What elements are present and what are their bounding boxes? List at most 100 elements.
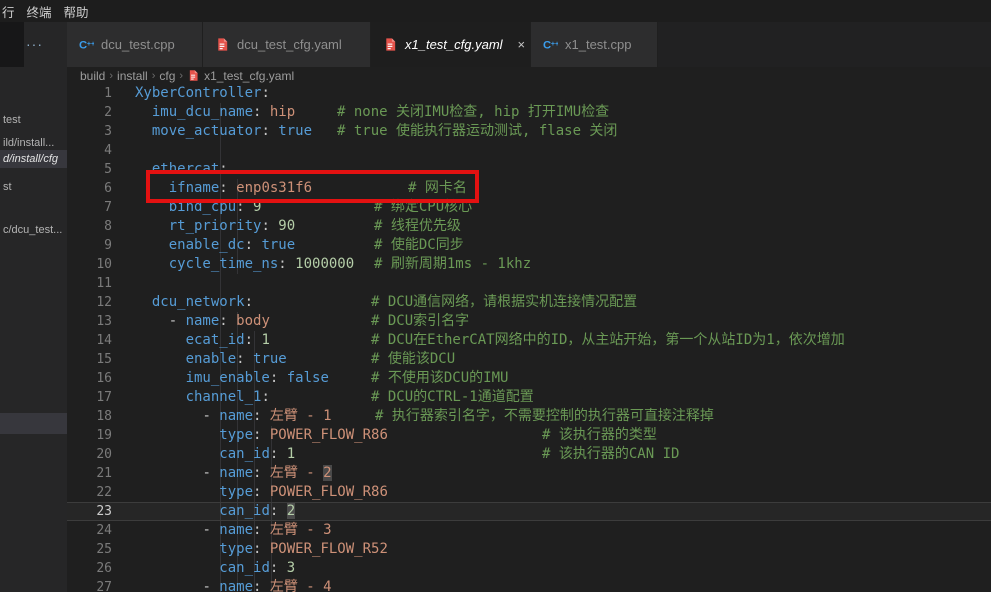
line-number: 18 xyxy=(67,407,112,426)
line-content: channel_1:# DCU的CTRL-1通道配置 xyxy=(135,388,991,407)
code-comment: # DCU通信网络，请根据实机连接情况配置 xyxy=(371,293,637,312)
code-token xyxy=(135,427,219,443)
code-token: : xyxy=(219,313,236,329)
code-line-26[interactable]: 26 can_id: 3 xyxy=(67,559,991,578)
breadcrumb-item[interactable]: cfg xyxy=(159,69,175,83)
cpp-file-icon: C++ xyxy=(79,37,94,52)
code-line-8[interactable]: 8 rt_priority: 90# 线程优先级 xyxy=(67,217,991,236)
more-actions-icon[interactable]: ··· xyxy=(26,36,43,52)
breadcrumb-file[interactable]: x1_test_cfg.yaml xyxy=(187,69,294,83)
code-line-22[interactable]: 22 type: POWER_FLOW_R86 xyxy=(67,483,991,502)
sidebar-item[interactable]: test xyxy=(3,111,21,129)
line-number: 9 xyxy=(67,236,112,255)
code-line-16[interactable]: 16 imu_enable: false# 不使用该DCU的IMU xyxy=(67,369,991,388)
code-line-3[interactable]: 3 move_actuator: true# true 使能执行器运动测试, f… xyxy=(67,122,991,141)
code-line-11[interactable]: 11 xyxy=(67,274,991,293)
code-line-19[interactable]: 19 type: POWER_FLOW_R86# 该执行器的类型 xyxy=(67,426,991,445)
code-line-15[interactable]: 15 enable: true# 使能该DCU xyxy=(67,350,991,369)
code-token: - xyxy=(169,313,186,329)
code-token: cycle_time_ns xyxy=(169,256,279,272)
code-comment: # DCU在EtherCAT网络中的ID，从主站开始，第一个从站ID为1，依次增… xyxy=(371,331,845,350)
line-number: 20 xyxy=(67,445,112,464)
tab-x1_test_cfg.yaml[interactable]: x1_test_cfg.yaml× xyxy=(371,22,531,67)
code-token xyxy=(135,579,202,592)
close-icon[interactable]: × xyxy=(518,37,526,52)
code-token: : xyxy=(270,446,287,462)
code-line-12[interactable]: 12 dcu_network:# DCU通信网络，请根据实机连接情况配置 xyxy=(67,293,991,312)
code-token: XyberController xyxy=(135,85,261,101)
code-token: rt_priority xyxy=(169,218,262,234)
tab-dcu_test_cfg.yaml[interactable]: dcu_test_cfg.yaml xyxy=(203,22,371,67)
line-number: 1 xyxy=(67,84,112,103)
code-line-18[interactable]: 18 - name: 左臂 - 1# 执行器索引名字，不需要控制的执行器可直接注… xyxy=(67,407,991,426)
line-content: dcu_network:# DCU通信网络，请根据实机连接情况配置 xyxy=(135,293,991,312)
code-line-25[interactable]: 25 type: POWER_FLOW_R52 xyxy=(67,540,991,559)
tab-x1_test.cpp[interactable]: C++x1_test.cpp xyxy=(531,22,658,67)
line-number: 10 xyxy=(67,255,112,274)
code-line-14[interactable]: 14 ecat_id: 1# DCU在EtherCAT网络中的ID，从主站开始，… xyxy=(67,331,991,350)
line-content: can_id: 3 xyxy=(135,559,991,578)
code-token xyxy=(135,446,219,462)
line-number: 26 xyxy=(67,559,112,578)
code-token: imu_dcu_name xyxy=(152,104,253,120)
tab-bar: C++dcu_test.cpp dcu_test_cfg.yaml x1_test_… xyxy=(67,22,991,67)
breadcrumb-item[interactable]: install xyxy=(117,69,148,83)
sidebar-item[interactable]: c/dcu_test... xyxy=(3,221,62,239)
sidebar-item[interactable]: d/install/cfg xyxy=(0,150,68,168)
code-line-17[interactable]: 17 channel_1:# DCU的CTRL-1通道配置 xyxy=(67,388,991,407)
code-line-13[interactable]: 13 - name: body# DCU索引名字 xyxy=(67,312,991,331)
code-token: type xyxy=(219,484,253,500)
line-number: 17 xyxy=(67,388,112,407)
code-line-21[interactable]: 21 - name: 左臂 - 2 xyxy=(67,464,991,483)
line-content: move_actuator: true# true 使能执行器运动测试, fla… xyxy=(135,122,991,141)
line-number: 11 xyxy=(67,274,112,293)
line-content: - name: 左臂 - 4 xyxy=(135,578,991,592)
code-token xyxy=(135,389,186,405)
line-number: 23 xyxy=(67,502,112,521)
vscode-window: 行终端帮助 ··· testild/install...d/install/cf… xyxy=(0,0,991,592)
menu-item-1[interactable]: 终端 xyxy=(27,2,52,21)
code-comment: # 使能该DCU xyxy=(371,350,455,369)
yaml-file-icon xyxy=(187,69,200,82)
breadcrumb-item[interactable]: build xyxy=(80,69,105,83)
code-token: name xyxy=(219,522,253,538)
line-content: enable: true# 使能该DCU xyxy=(135,350,991,369)
code-line-20[interactable]: 20 can_id: 1# 该执行器的CAN ID xyxy=(67,445,991,464)
code-token xyxy=(135,484,219,500)
svg-text:++: ++ xyxy=(551,41,558,48)
tab-label: dcu_test_cfg.yaml xyxy=(237,37,342,52)
code-token: : xyxy=(270,503,287,519)
code-line-10[interactable]: 10 cycle_time_ns: 1000000# 刷新周期1ms - 1kh… xyxy=(67,255,991,274)
code-line-1[interactable]: 1XyberController: xyxy=(67,84,991,103)
code-token: 1 xyxy=(287,446,295,462)
code-token: type xyxy=(219,541,253,557)
line-content: imu_dcu_name: hip# none 关闭IMU检查, hip 打开I… xyxy=(135,103,991,122)
code-token xyxy=(135,370,186,386)
menu-item-2[interactable]: 帮助 xyxy=(64,2,89,21)
line-number: 19 xyxy=(67,426,112,445)
tab-dcu_test.cpp[interactable]: C++dcu_test.cpp xyxy=(67,22,203,67)
code-line-23[interactable]: 23 can_id: 2 xyxy=(67,502,991,521)
highlighted-token: 2 xyxy=(287,503,295,519)
line-content: can_id: 2 xyxy=(135,502,991,521)
line-number: 21 xyxy=(67,464,112,483)
code-token: dcu_network xyxy=(152,294,245,310)
yaml-file-icon xyxy=(383,37,398,52)
line-number: 15 xyxy=(67,350,112,369)
menu-item-0[interactable]: 行 xyxy=(2,2,15,21)
code-token: : xyxy=(245,237,262,253)
code-editor[interactable]: 1XyberController:2 imu_dcu_name: hip# no… xyxy=(67,84,991,592)
code-line-9[interactable]: 9 enable_dc: true# 使能DC同步 xyxy=(67,236,991,255)
code-token: move_actuator xyxy=(152,123,262,139)
sidebar-item[interactable]: st xyxy=(3,178,12,196)
line-number: 24 xyxy=(67,521,112,540)
code-line-4[interactable]: 4 xyxy=(67,141,991,160)
line-number: 5 xyxy=(67,160,112,179)
code-token: - xyxy=(202,579,219,592)
code-line-27[interactable]: 27 - name: 左臂 - 4 xyxy=(67,578,991,592)
code-token xyxy=(135,351,186,367)
code-comment: # DCU的CTRL-1通道配置 xyxy=(371,388,534,407)
code-line-24[interactable]: 24 - name: 左臂 - 3 xyxy=(67,521,991,540)
code-line-2[interactable]: 2 imu_dcu_name: hip# none 关闭IMU检查, hip 打… xyxy=(67,103,991,122)
code-token: POWER_FLOW_R86 xyxy=(270,484,388,500)
